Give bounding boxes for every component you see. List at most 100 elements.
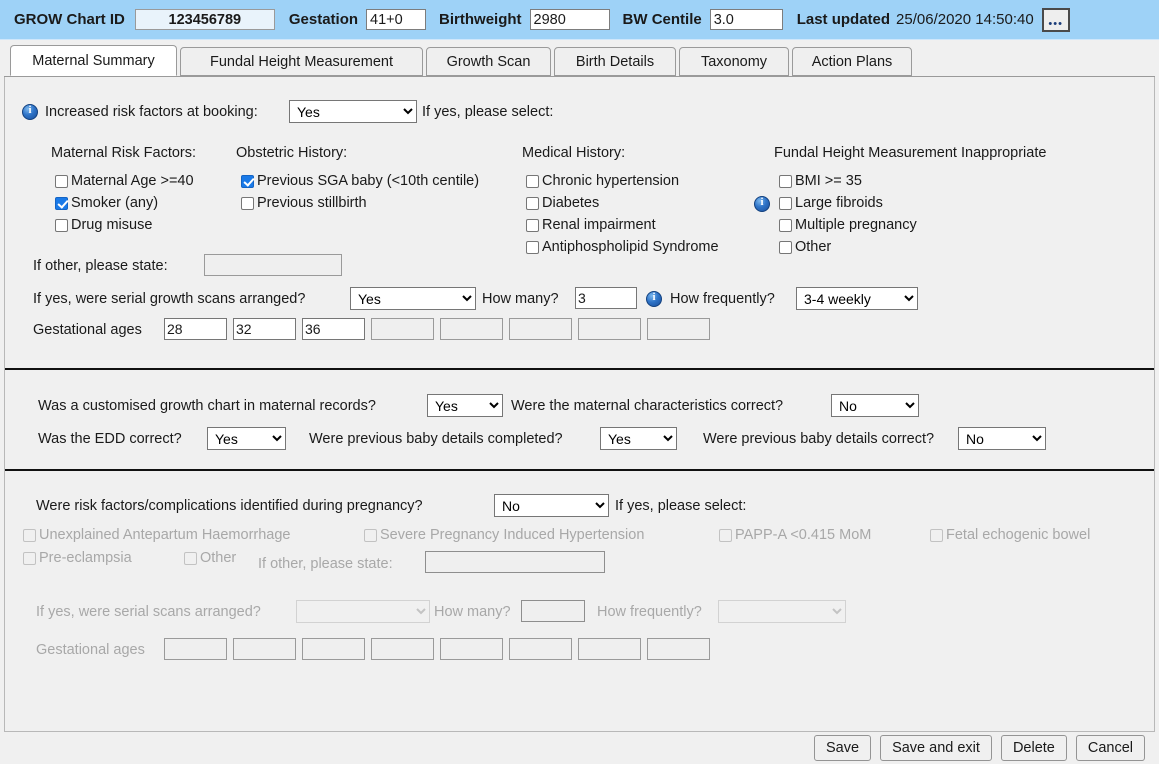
booking-serial-scans-select[interactable]: Yes [350,287,476,310]
checkbox-box[interactable] [526,219,539,232]
checkbox-box[interactable] [779,197,792,210]
checkbox-drug-misuse[interactable]: Drug misuse [55,217,152,233]
checkbox-label: Severe Pregnancy Induced Hypertension [380,527,644,543]
checkbox-label: Unexplained Antepartum Haemorrhage [39,527,290,543]
booking-gestational-age-4[interactable] [371,318,434,340]
checkbox-bmi-35[interactable]: BMI >= 35 [779,173,862,189]
checkbox-fundal-other[interactable]: Other [779,239,831,255]
birthweight-field[interactable]: 2980 [530,9,610,30]
tab-growth-scan[interactable]: Growth Scan [426,47,551,76]
checkbox-box[interactable] [526,241,539,254]
checkbox-previous-sga-baby[interactable]: Previous SGA baby (<10th centile) [241,173,479,189]
pregnancy-gestational-age-5[interactable] [440,638,503,660]
last-updated-value: 25/06/2020 14:50:40 [896,11,1034,28]
checkbox-previous-stillbirth[interactable]: Previous stillbirth [241,195,367,211]
tab-maternal-summary[interactable]: Maternal Summary [10,45,177,76]
booking-if-other-input[interactable] [204,254,342,276]
checkbox-box[interactable] [526,197,539,210]
checkbox-unexplained-antepartum-haemorrhage[interactable]: Unexplained Antepartum Haemorrhage [23,527,290,543]
checkbox-box[interactable] [526,175,539,188]
section-separator-2 [5,469,1154,471]
pregnancy-gestational-age-8[interactable] [647,638,710,660]
checkbox-box[interactable] [930,529,943,542]
pregnancy-gestational-age-7[interactable] [578,638,641,660]
medical-history-heading: Medical History: [522,145,625,161]
checkbox-papp-a[interactable]: PAPP-A <0.415 MoM [719,527,871,543]
checkbox-box[interactable] [23,529,36,542]
checkbox-smoker[interactable]: Smoker (any) [55,195,158,211]
pregnancy-gestational-age-3[interactable] [302,638,365,660]
checkbox-box[interactable] [55,197,68,210]
booking-serial-scans-label: If yes, were serial growth scans arrange… [33,291,305,308]
checkbox-box[interactable] [184,552,197,565]
delete-button[interactable]: Delete [1001,735,1067,761]
booking-gestational-age-6[interactable] [509,318,572,340]
checkbox-pre-eclampsia[interactable]: Pre-eclampsia [23,550,132,566]
tab-fundal-height-measurement[interactable]: Fundal Height Measurement [180,47,423,76]
booking-how-many-input[interactable] [575,287,637,309]
checkbox-multiple-pregnancy[interactable]: Multiple pregnancy [779,217,917,233]
booking-gestational-age-2[interactable] [233,318,296,340]
booking-gestational-age-8[interactable] [647,318,710,340]
how-frequently-info-icon[interactable] [646,291,662,307]
maternal-characteristics-select[interactable]: No [831,394,919,417]
customised-chart-label: Was a customised growth chart in materna… [38,398,376,415]
previous-baby-completed-select[interactable]: Yes [600,427,677,450]
booking-gestational-age-7[interactable] [578,318,641,340]
pregnancy-how-frequently-select[interactable] [718,600,846,623]
checkbox-box[interactable] [241,175,254,188]
tab-taxonomy[interactable]: Taxonomy [679,47,789,76]
checkbox-maternal-age[interactable]: Maternal Age >=40 [55,173,194,189]
booking-if-other-label: If other, please state: [33,258,168,275]
pregnancy-gestational-age-4[interactable] [371,638,434,660]
booking-gestational-ages-label: Gestational ages [33,322,142,339]
pregnancy-gestational-age-2[interactable] [233,638,296,660]
gestation-label: Gestation [289,11,358,28]
checkbox-box[interactable] [55,175,68,188]
save-and-exit-button[interactable]: Save and exit [880,735,992,761]
pregnancy-if-other-input[interactable] [425,551,605,573]
checkbox-pregnancy-other[interactable]: Other [184,550,236,566]
more-options-button[interactable]: ••• [1042,8,1070,32]
previous-baby-correct-select[interactable]: No [958,427,1046,450]
checkbox-box[interactable] [241,197,254,210]
checkbox-diabetes[interactable]: Diabetes [526,195,599,211]
checkbox-box[interactable] [23,552,36,565]
checkbox-box[interactable] [779,219,792,232]
checkbox-severe-pregnancy-induced-hypertension[interactable]: Severe Pregnancy Induced Hypertension [364,527,644,543]
booking-gestational-age-5[interactable] [440,318,503,340]
checkbox-box[interactable] [55,219,68,232]
booking-info-icon[interactable] [22,104,38,120]
maternal-summary-panel: Increased risk factors at booking: Yes I… [4,77,1155,732]
tab-birth-details[interactable]: Birth Details [554,47,676,76]
edd-correct-select[interactable]: Yes [207,427,286,450]
checkbox-box[interactable] [364,529,377,542]
save-button[interactable]: Save [814,735,871,761]
checkbox-label: Previous SGA baby (<10th centile) [257,173,479,189]
bw-centile-field[interactable]: 3.0 [710,9,783,30]
checkbox-antiphospholipid-syndrome[interactable]: Antiphospholipid Syndrome [526,239,719,255]
grow-chart-id-field[interactable]: 123456789 [135,9,275,30]
pregnancy-gestational-age-1[interactable] [164,638,227,660]
cancel-button[interactable]: Cancel [1076,735,1145,761]
gestation-field[interactable]: 41+0 [366,9,426,30]
checkbox-renal-impairment[interactable]: Renal impairment [526,217,656,233]
booking-gestational-age-1[interactable] [164,318,227,340]
customised-chart-select[interactable]: Yes [427,394,503,417]
fundal-height-info-icon[interactable] [754,196,770,212]
pregnancy-risk-factors-select[interactable]: No [494,494,609,517]
booking-gestational-age-3[interactable] [302,318,365,340]
pregnancy-gestational-age-6[interactable] [509,638,572,660]
checkbox-chronic-hypertension[interactable]: Chronic hypertension [526,173,679,189]
tab-action-plans[interactable]: Action Plans [792,47,912,76]
tab-label: Taxonomy [701,54,767,70]
checkbox-large-fibroids[interactable]: Large fibroids [779,195,883,211]
checkbox-fetal-echogenic-bowel[interactable]: Fetal echogenic bowel [930,527,1090,543]
checkbox-box[interactable] [719,529,732,542]
checkbox-box[interactable] [779,241,792,254]
pregnancy-serial-scans-select[interactable] [296,600,430,623]
checkbox-box[interactable] [779,175,792,188]
booking-risk-factors-select[interactable]: Yes [289,100,417,123]
pregnancy-how-many-input[interactable] [521,600,585,622]
booking-how-frequently-select[interactable]: 3-4 weekly [796,287,918,310]
